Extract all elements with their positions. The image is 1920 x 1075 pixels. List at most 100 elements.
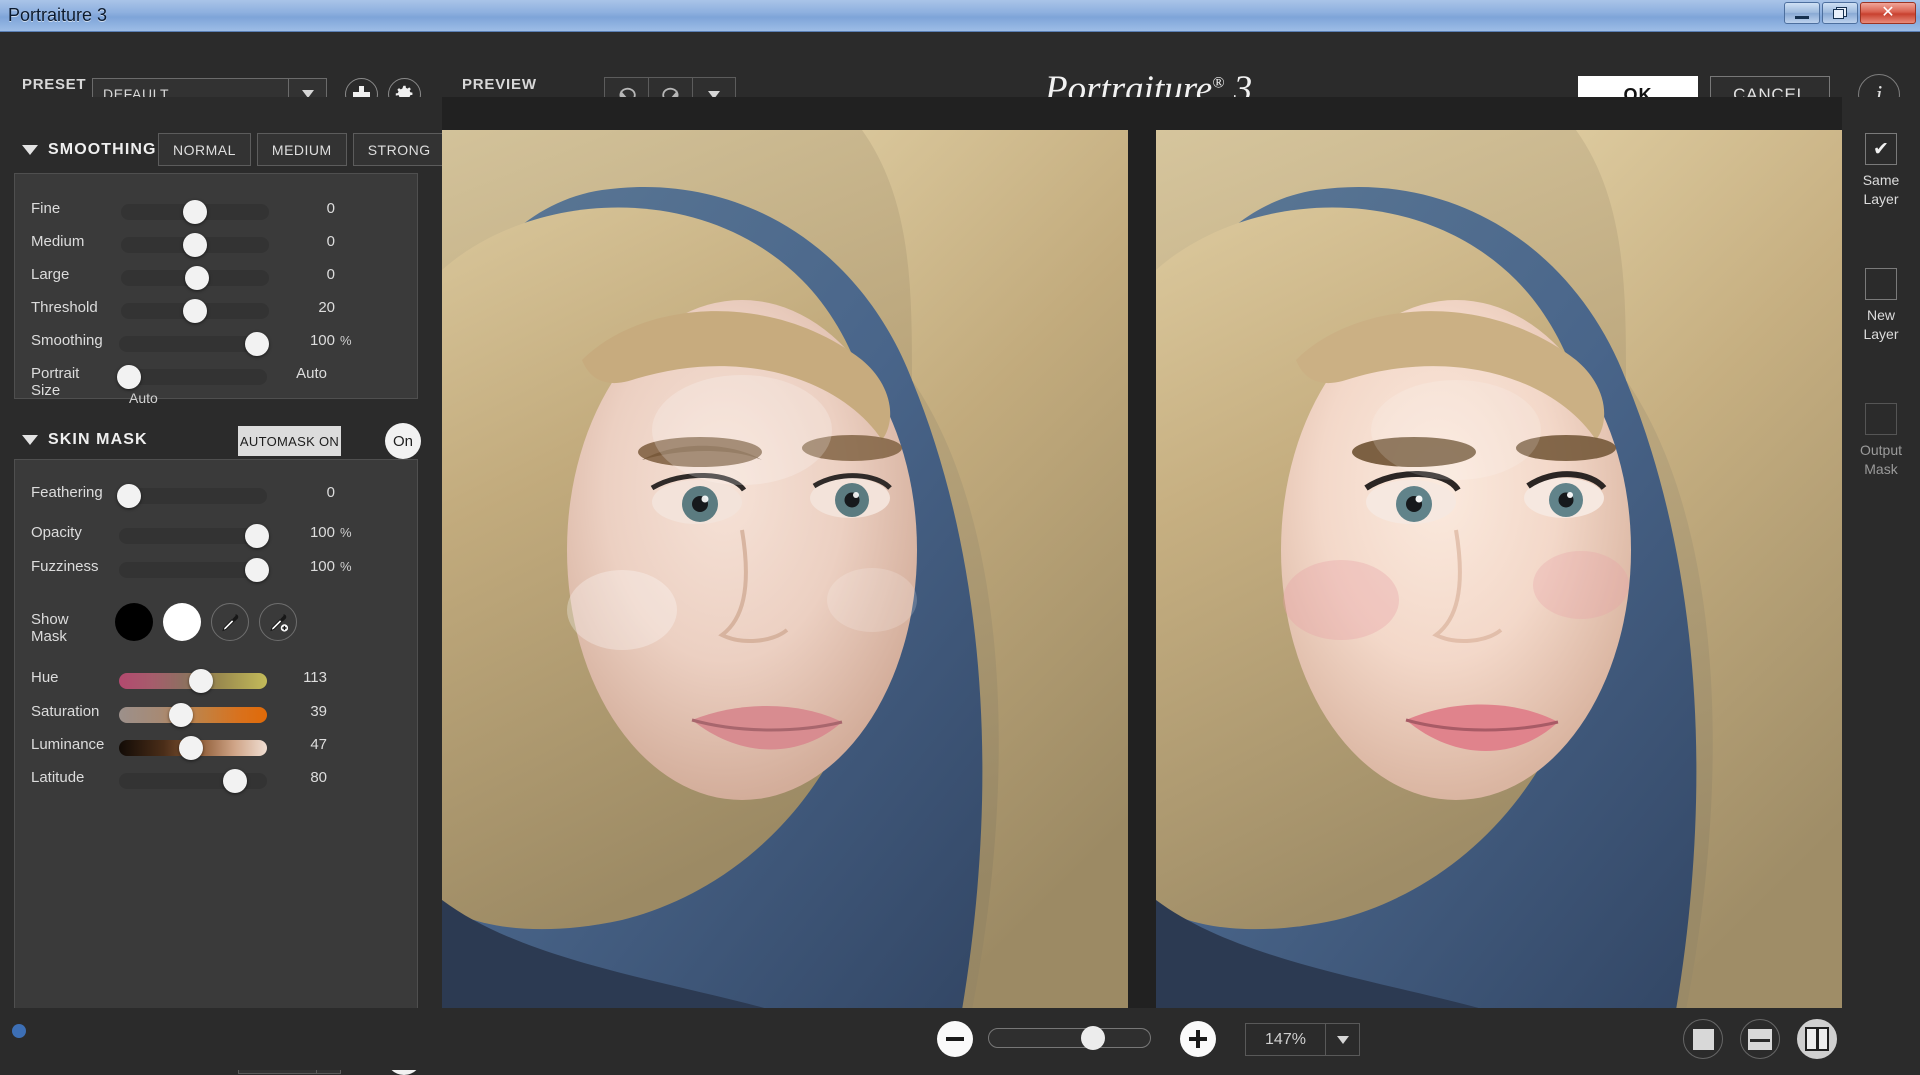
- smoothing-preset-strong[interactable]: STRONG: [352, 133, 446, 166]
- slider-track-threshold[interactable]: [121, 299, 269, 323]
- same-layer-label-line2: Layer: [1863, 191, 1899, 207]
- same-layer-label-line1: Same: [1862, 172, 1900, 188]
- skin-mask-section-header[interactable]: SKIN MASK: [22, 425, 148, 455]
- eyedropper-add-button[interactable]: [259, 603, 297, 641]
- zoom-slider-knob[interactable]: [1081, 1026, 1105, 1050]
- rail-item-new-layer[interactable]: New Layer: [1842, 268, 1920, 344]
- slider-track-hue[interactable]: [119, 669, 267, 693]
- after-image-pane[interactable]: [1156, 130, 1842, 1010]
- output-mask-label-line1: Output: [1859, 442, 1903, 458]
- output-mask-label-line2: Mask: [1864, 461, 1898, 477]
- slider-track-large[interactable]: [121, 266, 269, 290]
- slider-label-fine: Fine: [31, 200, 61, 217]
- slider-label-fuzziness: Fuzziness: [31, 558, 99, 575]
- slider-track-opacity[interactable]: [119, 524, 269, 548]
- slider-knob-medium[interactable]: [183, 233, 207, 257]
- slider-knob-saturation[interactable]: [169, 703, 193, 727]
- slider-value-fuzziness: 100: [309, 558, 335, 575]
- slider-track-fine[interactable]: [121, 200, 269, 224]
- slider-label-large: Large: [31, 266, 70, 283]
- restore-icon: [1833, 7, 1847, 19]
- automask-toggle-button[interactable]: AUTOMASK ON: [238, 426, 341, 456]
- new-layer-checkbox[interactable]: [1865, 268, 1897, 300]
- restore-button[interactable]: [1822, 2, 1858, 24]
- slider-track-medium[interactable]: [121, 233, 269, 257]
- skin-mask-section-title: SKIN MASK: [48, 431, 148, 448]
- mask-white-swatch[interactable]: [163, 603, 201, 641]
- slider-track-luminance[interactable]: [119, 736, 267, 760]
- slider-label-latitude: Latitude: [31, 769, 85, 786]
- slider-knob-opacity[interactable]: [245, 524, 269, 548]
- zoom-slider-track[interactable]: [988, 1026, 1151, 1050]
- before-image-pane[interactable]: [442, 130, 1128, 1010]
- window-controls: ✕: [1784, 2, 1916, 24]
- rail-item-output-mask[interactable]: Output Mask: [1842, 403, 1920, 479]
- slider-value-smoothing: 100: [309, 332, 335, 349]
- slider-knob-large[interactable]: [185, 266, 209, 290]
- view-single-icon: [1692, 1028, 1714, 1050]
- view-split-horizontal-icon: [1748, 1028, 1772, 1050]
- slider-label-smoothing: Smoothing: [31, 332, 103, 349]
- preview-canvas-area: [442, 97, 1842, 1010]
- triangle-down-icon: [22, 145, 38, 155]
- new-layer-label-line1: New: [1866, 307, 1895, 323]
- slider-track-portrait-size[interactable]: [117, 365, 267, 389]
- slider-value-luminance: 47: [310, 736, 327, 753]
- slider-value-latitude: 80: [310, 769, 327, 786]
- chevron-down-icon[interactable]: [1325, 1024, 1359, 1055]
- zoom-level-select[interactable]: 147%: [1245, 1023, 1360, 1056]
- slider-value-fine: 0: [326, 200, 335, 217]
- zoom-out-button[interactable]: [937, 1021, 973, 1057]
- eyedropper-button[interactable]: [211, 603, 249, 641]
- view-split-vertical-icon: [1805, 1027, 1829, 1051]
- rail-item-same-layer[interactable]: ✔ Same Layer: [1842, 133, 1920, 209]
- slider-unit-opacity: %: [340, 525, 352, 540]
- slider-knob-latitude[interactable]: [223, 769, 247, 793]
- slider-label-luminance: Luminance: [31, 736, 105, 753]
- slider-value-hue: 113: [303, 669, 327, 686]
- minimize-icon: [1795, 15, 1809, 19]
- before-image: [442, 130, 1128, 1010]
- same-layer-checkbox[interactable]: ✔: [1865, 133, 1897, 165]
- view-split-horizontal-button[interactable]: [1740, 1019, 1780, 1059]
- slider-track-latitude[interactable]: [119, 769, 267, 793]
- output-mask-checkbox[interactable]: [1865, 403, 1897, 435]
- triangle-down-icon: [22, 435, 38, 445]
- slider-knob-portrait-size[interactable]: [117, 365, 141, 389]
- slider-track-feathering[interactable]: [117, 484, 267, 508]
- slider-unit-smoothing: %: [340, 333, 352, 348]
- slider-label-opacity: Opacity: [31, 524, 82, 541]
- close-button[interactable]: ✕: [1860, 2, 1916, 24]
- status-indicator: [12, 1024, 26, 1038]
- slider-value-threshold: 20: [318, 299, 335, 316]
- slider-knob-hue[interactable]: [189, 669, 213, 693]
- smoothing-preset-medium[interactable]: MEDIUM: [256, 133, 347, 166]
- minimize-button[interactable]: [1784, 2, 1820, 24]
- preview-label: PREVIEW: [462, 76, 537, 93]
- view-split-vertical-button[interactable]: [1797, 1019, 1837, 1059]
- smoothing-section-header[interactable]: SMOOTHING: [22, 135, 157, 165]
- slider-label-hue: Hue: [31, 669, 59, 686]
- window-titlebar: Portraiture 3 ✕: [0, 0, 1920, 32]
- mask-black-swatch[interactable]: [115, 603, 153, 641]
- zoom-in-button[interactable]: [1180, 1021, 1216, 1057]
- slider-knob-smoothing[interactable]: [245, 332, 269, 356]
- app-window: PRESET DEFAULT PREVIEW Portraiture® 3 OK…: [0, 32, 1920, 1075]
- view-single-button[interactable]: [1683, 1019, 1723, 1059]
- slider-track-smoothing[interactable]: [119, 332, 269, 356]
- slider-knob-threshold[interactable]: [183, 299, 207, 323]
- slider-label-portrait-size: Portrait Size: [31, 365, 80, 399]
- smoothing-preset-normal[interactable]: NORMAL: [158, 133, 251, 166]
- slider-knob-fuzziness[interactable]: [245, 558, 269, 582]
- slider-label-feathering: Feathering: [31, 484, 103, 501]
- brand-mark: ®: [1212, 74, 1225, 92]
- check-icon: ✔: [1873, 138, 1889, 160]
- slider-track-saturation[interactable]: [119, 703, 267, 727]
- smoothing-section-title: SMOOTHING: [48, 141, 157, 158]
- slider-knob-luminance[interactable]: [179, 736, 203, 760]
- skin-mask-on-toggle[interactable]: On: [385, 423, 421, 459]
- slider-label-saturation: Saturation: [31, 703, 100, 720]
- slider-track-fuzziness[interactable]: [119, 558, 269, 582]
- slider-knob-feathering[interactable]: [117, 484, 141, 508]
- slider-knob-fine[interactable]: [183, 200, 207, 224]
